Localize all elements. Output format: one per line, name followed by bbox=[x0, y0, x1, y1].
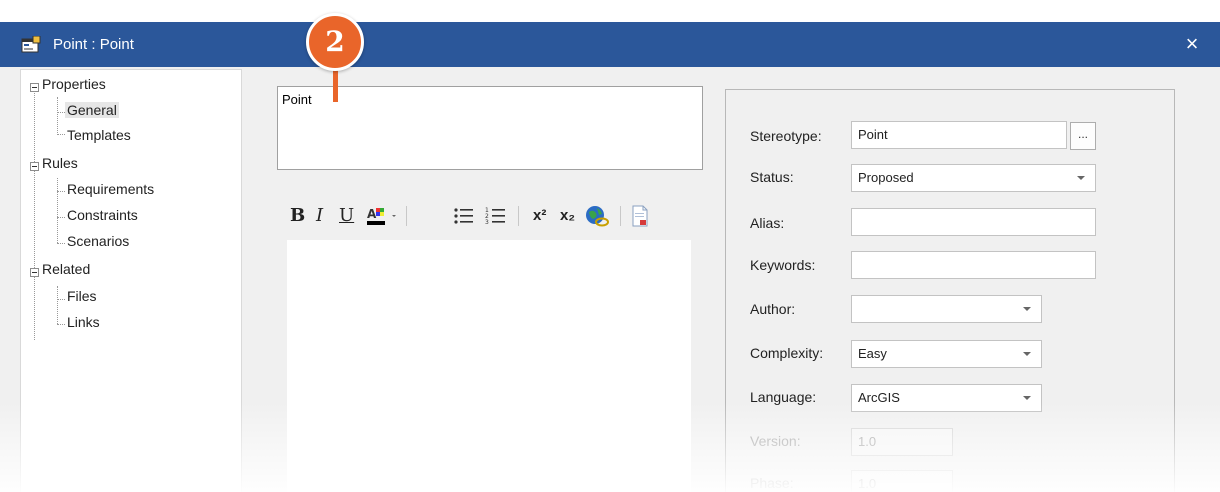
callout-badge: 2 bbox=[306, 13, 364, 71]
chevron-down-icon bbox=[1023, 352, 1031, 356]
language-label: Language: bbox=[750, 389, 817, 405]
name-input[interactable]: Point bbox=[277, 86, 703, 170]
status-label: Status: bbox=[750, 169, 794, 185]
tree-connector-line bbox=[57, 299, 65, 300]
chevron-down-icon bbox=[1077, 176, 1085, 180]
toolbar-separator bbox=[406, 206, 407, 226]
tree-item-rules[interactable]: Rules bbox=[42, 155, 78, 173]
navigation-tree: Properties General Templates Rules Requi… bbox=[20, 69, 242, 492]
tree-item-label: Files bbox=[67, 288, 97, 304]
tree-item-label: Properties bbox=[42, 76, 106, 92]
collapse-icon[interactable] bbox=[30, 268, 39, 277]
chevron-down-icon bbox=[1023, 307, 1031, 311]
tree-connector-line bbox=[57, 97, 58, 135]
underline-button[interactable]: U bbox=[339, 204, 354, 228]
collapse-icon[interactable] bbox=[30, 83, 39, 92]
tree-item-label: General bbox=[65, 102, 119, 118]
tree-connector-line bbox=[57, 217, 65, 218]
title-bar: Point : Point × bbox=[0, 22, 1220, 67]
tree-item-scenarios[interactable]: Scenarios bbox=[67, 233, 129, 251]
svg-text:A: A bbox=[367, 207, 377, 221]
status-dropdown[interactable]: Proposed bbox=[851, 164, 1096, 192]
window-title: Point : Point bbox=[53, 36, 134, 53]
tree-connector-line bbox=[57, 134, 65, 135]
version-input: 1.0 bbox=[851, 428, 953, 456]
text-color-icon[interactable]: A bbox=[366, 204, 400, 228]
close-button[interactable]: × bbox=[1176, 28, 1208, 60]
complexity-value: Easy bbox=[858, 346, 887, 361]
tree-item-links[interactable]: Links bbox=[67, 314, 100, 332]
complexity-label: Complexity: bbox=[750, 345, 824, 361]
bold-button[interactable]: B bbox=[290, 204, 305, 228]
tree-item-templates[interactable]: Templates bbox=[67, 127, 131, 145]
italic-button[interactable]: I bbox=[316, 204, 323, 228]
toolbar-separator bbox=[518, 206, 519, 226]
properties-dialog: Point : Point × Properties General Templ… bbox=[0, 22, 1220, 492]
tree-item-constraints[interactable]: Constraints bbox=[67, 207, 138, 225]
document-icon[interactable] bbox=[630, 204, 650, 228]
author-label: Author: bbox=[750, 301, 796, 317]
version-label: Version: bbox=[750, 433, 801, 449]
tree-item-properties[interactable]: Properties bbox=[42, 76, 106, 94]
svg-text:3: 3 bbox=[485, 219, 489, 226]
author-dropdown[interactable] bbox=[851, 295, 1042, 323]
tree-item-requirements[interactable]: Requirements bbox=[67, 181, 154, 199]
chevron-down-icon bbox=[1023, 396, 1031, 400]
tree-item-label: Templates bbox=[67, 127, 131, 143]
tree-item-label: Related bbox=[42, 261, 91, 277]
keywords-input[interactable] bbox=[851, 251, 1096, 279]
toolbar-separator bbox=[620, 206, 621, 226]
bullet-list-icon[interactable] bbox=[453, 204, 475, 228]
tree-connector-line bbox=[57, 112, 65, 113]
tree-item-general[interactable]: General bbox=[65, 102, 119, 120]
phase-input: 1.0 bbox=[851, 470, 953, 492]
tree-item-label: Scenarios bbox=[67, 233, 130, 249]
tree-item-related[interactable]: Related bbox=[42, 261, 90, 279]
alias-label: Alias: bbox=[750, 215, 785, 231]
tree-connector-line bbox=[57, 243, 65, 244]
tree-connector-line bbox=[57, 191, 65, 192]
tree-item-label: Constraints bbox=[67, 207, 138, 223]
tree-connector-line bbox=[57, 324, 65, 325]
tree-connector-line bbox=[57, 286, 58, 324]
stereotype-field[interactable]: Point bbox=[851, 121, 1067, 149]
tree-connector-line bbox=[34, 90, 35, 340]
language-dropdown[interactable]: ArcGIS bbox=[851, 384, 1042, 412]
alias-input[interactable] bbox=[851, 208, 1096, 236]
subscript-button[interactable]: x₂ bbox=[560, 204, 575, 228]
stereotype-browse-button[interactable]: ... bbox=[1070, 122, 1096, 150]
numbered-list-icon[interactable]: 1 2 3 bbox=[485, 204, 507, 228]
tree-item-label: Links bbox=[67, 314, 100, 330]
keywords-label: Keywords: bbox=[750, 257, 816, 273]
tree-item-files[interactable]: Files bbox=[67, 288, 97, 306]
callout-pointer bbox=[333, 68, 338, 102]
phase-label: Phase: bbox=[750, 475, 794, 491]
tree-item-label: Rules bbox=[42, 155, 78, 171]
stereotype-label: Stereotype: bbox=[750, 128, 822, 144]
collapse-icon[interactable] bbox=[30, 162, 39, 171]
language-value: ArcGIS bbox=[858, 390, 900, 405]
notes-toolbar: B I U A 1 2 3 x² x₂ bbox=[277, 194, 703, 238]
tree-item-label: Requirements bbox=[67, 181, 155, 197]
status-value: Proposed bbox=[858, 170, 914, 185]
hyperlink-globe-icon[interactable] bbox=[584, 204, 610, 228]
complexity-dropdown[interactable]: Easy bbox=[851, 340, 1042, 368]
superscript-button[interactable]: x² bbox=[533, 204, 546, 228]
notes-editor[interactable] bbox=[287, 240, 691, 492]
tree-connector-line bbox=[57, 178, 58, 243]
element-properties-icon bbox=[21, 36, 41, 53]
